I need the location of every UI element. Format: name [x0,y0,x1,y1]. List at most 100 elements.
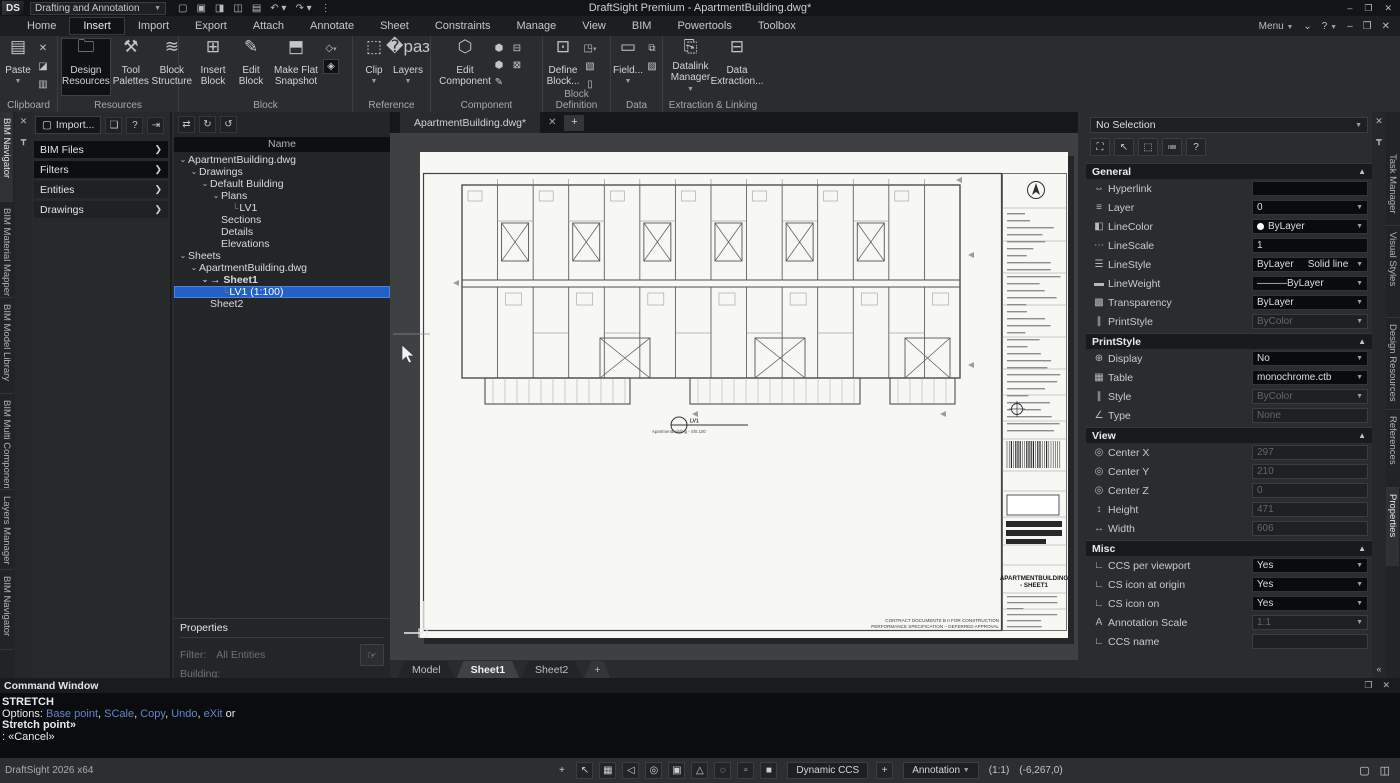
close-panel-icon[interactable]: ✕ [1375,116,1383,127]
restore-button[interactable]: ❐ [1364,3,1372,14]
menu-attach[interactable]: Attach [240,17,297,35]
command-option-link[interactable]: SCale [104,708,134,720]
tree-node[interactable]: ⌄→ Sheet1 [174,274,390,286]
right-tab-properties[interactable]: Properties [1386,488,1399,566]
menu-powertools[interactable]: Powertools [664,17,744,35]
tree-node[interactable]: ⌄ApartmentBuilding.dwg [174,262,390,274]
left-tab-bim-navigator[interactable]: BIM Navigator [0,570,13,650]
property-value-display[interactable]: No▼ [1252,351,1368,366]
tree-node[interactable]: ⌄Plans [174,190,390,202]
esnap-icon[interactable]: ▣ [668,762,685,779]
pin-panel-icon[interactable]: ┳ [1376,135,1381,146]
expand-icon[interactable]: ⌄ [211,190,221,202]
left-tab-bim-navigator-title[interactable]: BIM Navigator [0,112,13,202]
collapse-panel-icon[interactable]: ⇥ [147,117,164,134]
make-flat-snapshot-button[interactable]: ⬒ Make Flat Snapshot [271,38,321,96]
sheet-stack-icon[interactable]: ◫ [1380,764,1390,777]
edit-block-button[interactable]: ✎ Edit Block [233,38,269,96]
print-icon[interactable]: ▤ [252,3,261,14]
design-resources-button[interactable]: 🗀 Design Resources [61,38,111,96]
menu-dropdown[interactable]: Menu ▼ [1259,21,1294,32]
section-entities[interactable]: Entities❯ [34,181,168,198]
component-mode-icon[interactable]: ❏ [105,117,122,134]
expand-icon[interactable]: ⌄ [178,154,188,166]
tree-node[interactable]: ⌄Drawings [174,166,390,178]
qat-customize-icon[interactable]: ⋮ [321,3,331,14]
expand-icon[interactable]: ⌄ [178,250,188,262]
workspace-selector[interactable]: Drafting and Annotation ▼ [30,2,166,15]
right-tab-task-manager[interactable]: Task Manager [1386,148,1399,226]
section-header-general[interactable]: General▲ [1086,163,1372,179]
help-icon[interactable]: ? [126,117,143,134]
collapse-ribbon-icon[interactable]: ⌄ [1303,21,1311,32]
menu-insert[interactable]: Insert [69,17,125,35]
menu-bim[interactable]: BIM [619,17,665,35]
left-tab-bim-multi-component[interactable]: BIM Multi Component [0,394,13,490]
tree-node[interactable]: Details [174,226,390,238]
sheet-tab-sheet1[interactable]: Sheet1 [457,661,519,678]
add-scale-button[interactable]: + [876,762,893,779]
box-close-icon[interactable]: ⊠ [509,58,525,73]
pin-panel-icon[interactable]: ┳ [21,135,26,146]
tree-node[interactable]: Elevations [174,238,390,250]
property-value-layer[interactable]: 0▼ [1252,200,1368,215]
sync-file-icon[interactable]: ⇄ [178,116,195,133]
right-tab-visual-styles[interactable]: Visual Styles [1386,226,1399,318]
clip-button[interactable]: ⬚ Clip▼ [359,38,389,96]
left-tab-bim-material-mapper[interactable]: BIM Material Mapper [0,202,13,298]
close-window-icon[interactable]: ✕ [1382,680,1390,691]
document-tab-close-icon[interactable]: ✕ [548,117,556,128]
left-tab-bim-model-library[interactable]: BIM Model Library [0,298,13,394]
define-block-button[interactable]: ⊡ Define Block... [546,38,580,96]
etrack-icon[interactable]: △ [691,762,708,779]
sheet-tab-model[interactable]: Model [398,661,455,678]
viewport-icon[interactable]: ▫ [737,762,754,779]
box-minus-icon[interactable]: ⊟ [509,41,525,56]
tree-node[interactable]: Sections [174,214,390,226]
refresh-all-icon[interactable]: ↺ [220,116,237,133]
right-tab-references[interactable]: References [1386,410,1399,488]
new-sheet-icon[interactable]: ▢ [1359,764,1369,777]
edit-component-button[interactable]: ⬡ Edit Component [441,38,489,96]
menu-import[interactable]: Import [125,17,182,35]
help-icon[interactable]: ? [1186,138,1206,156]
expand-icon[interactable]: ⌄ [200,274,210,286]
open-recent-icon[interactable]: ◨ [215,3,224,14]
command-option-link[interactable]: Copy [140,708,165,720]
ref-layers-button[interactable]: �раз Layers▼ [391,38,425,96]
tool-palettes-button[interactable]: ⚒ Tool Palettes [113,38,149,96]
tree-node[interactable]: Sheet2 [174,298,390,310]
section-header-printstyle[interactable]: PrintStyle▲ [1086,333,1372,349]
property-value-hyperlink[interactable] [1252,181,1368,196]
menu-toolbox[interactable]: Toolbox [745,17,809,35]
right-tab-design-resources[interactable]: Design Resources [1386,318,1399,410]
hex-nut2-icon[interactable]: ⬢ [491,58,507,73]
block-attr-icon[interactable]: ◈ [323,59,339,74]
refresh-icon[interactable]: ↻ [199,116,216,133]
minimize-button[interactable]: – [1347,3,1352,14]
polar-icon[interactable]: ◎ [645,762,662,779]
tree-node[interactable]: ⌄ApartmentBuilding.dwg [174,154,390,166]
block-tag-icon[interactable]: ◇▾ [323,41,339,56]
section-header-view[interactable]: View▲ [1086,427,1372,443]
property-value-lineweight[interactable]: ——— ByLayer▼ [1252,276,1368,291]
section-filters[interactable]: Filters❯ [34,161,168,178]
menu-sheet[interactable]: Sheet [367,17,422,35]
redo-icon[interactable]: ↷ ▾ [295,3,311,14]
quick-select-icon[interactable]: ≔ [1162,138,1182,156]
tree-node[interactable]: └LV1 [174,202,390,214]
link-icon[interactable]: ⧉ [644,41,660,56]
ortho-icon[interactable]: ◁ [622,762,639,779]
block-edit-icon[interactable]: ◳▾ [582,41,598,56]
section-bim-files[interactable]: BIM Files❯ [34,141,168,158]
property-value-transparency[interactable]: ByLayer▼ [1252,295,1368,310]
hex-nut-icon[interactable]: ⬢ [491,41,507,56]
open-file-icon[interactable]: ▣ [196,3,205,14]
insert-block-button[interactable]: ⊞ Insert Block [195,38,231,96]
sheet-tab-sheet2[interactable]: Sheet2 [521,661,582,678]
drawing-canvas[interactable]: APARTMENTBUILDING- SHEET1LV1ApartmentBui… [390,133,1078,660]
new-file-icon[interactable]: ▢ [178,3,187,14]
property-value-linestyle[interactable]: ByLayerSolid line▼ [1252,257,1368,272]
help-menu[interactable]: ? ▼ [1322,21,1337,32]
tree-node[interactable]: └LV1 (1:100) [174,286,390,298]
